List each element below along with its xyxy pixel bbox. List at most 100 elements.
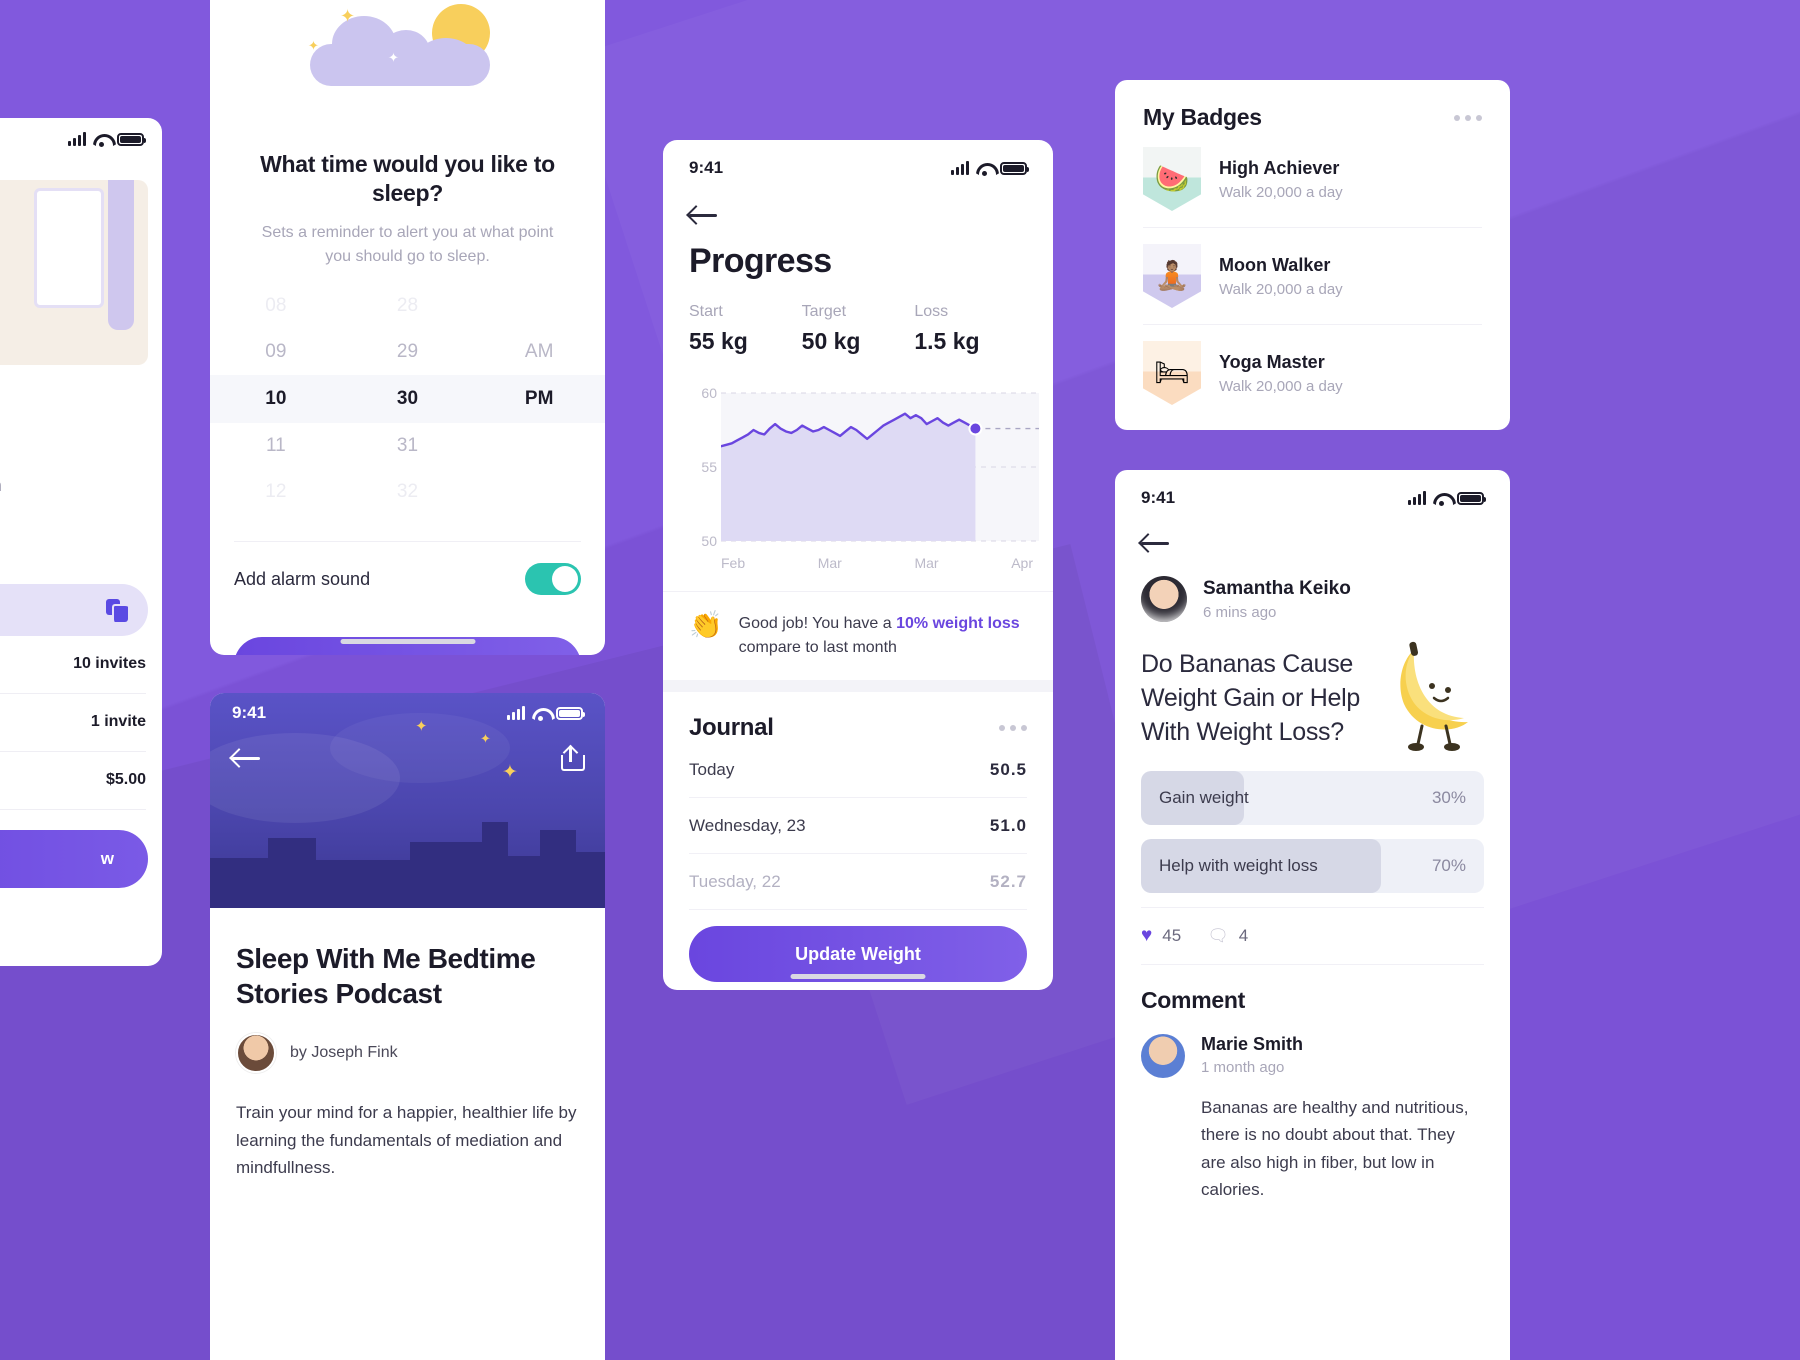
- chart-y-tick: 60: [701, 385, 717, 401]
- status-time: 9:41: [1141, 488, 1176, 507]
- progress-status-bar: 9:41: [663, 140, 1053, 178]
- list-item[interactable]: 🛏 Yoga Master Walk 20,000 a day: [1143, 325, 1482, 421]
- author-timestamp: 6 mins ago: [1203, 603, 1277, 621]
- picker-period: AM: [524, 340, 554, 362]
- picker-hour: 08: [265, 294, 287, 316]
- badge-title: High Achiever: [1219, 157, 1340, 178]
- stat-value: 55 kg: [689, 328, 748, 354]
- home-indicator: [790, 974, 926, 979]
- picker-minute: 32: [396, 480, 419, 502]
- badges-title: My Badges: [1143, 104, 1262, 130]
- back-arrow-icon[interactable]: [232, 747, 262, 769]
- podcast-description: Train your mind for a happier, healthier…: [236, 1103, 577, 1177]
- meditation-emoji: 🧘🏽: [1143, 244, 1201, 308]
- comment-timestamp: 1 month ago: [1201, 1059, 1285, 1077]
- invite-code-box[interactable]: [0, 583, 148, 636]
- poll-option-gain-weight[interactable]: Gain weight 30%: [1141, 771, 1484, 826]
- chart-y-tick: 55: [701, 459, 717, 475]
- comment-author-row: Marie Smith 1 month ago: [1141, 1034, 1484, 1079]
- poll: Gain weight 30% Help with weight loss 70…: [1141, 771, 1484, 894]
- comment-author-text: Marie Smith 1 month ago: [1201, 1034, 1303, 1078]
- battery-icon: [1000, 162, 1029, 175]
- heart-icon: ♥: [1141, 925, 1153, 947]
- copy-icon[interactable]: [106, 598, 128, 622]
- message-suffix: compare to last month: [738, 639, 897, 656]
- chart-y-axis: 60 55 50: [683, 379, 717, 549]
- progress-stats: Start 55 kg Target 50 kg Loss 1.5 kg: [689, 303, 1027, 355]
- invite-primary-button[interactable]: w: [0, 830, 148, 888]
- invite-button-label: w: [100, 849, 114, 868]
- table-row[interactable]: Tuesday, 22 52.7: [689, 854, 1027, 910]
- more-options-icon[interactable]: [999, 725, 1027, 731]
- banana-character-illustration: [1400, 641, 1468, 751]
- podcast-status-bar: 9:41: [210, 703, 605, 723]
- stat-label: Target: [801, 303, 847, 320]
- list-item[interactable]: 🧘🏽 Moon Walker Walk 20,000 a day: [1143, 228, 1482, 325]
- time-picker-row[interactable]: 12 32: [210, 469, 605, 515]
- section-divider: [663, 680, 1053, 692]
- back-arrow-icon[interactable]: [1141, 532, 1171, 554]
- battery-icon: [1457, 492, 1486, 505]
- invite-title: ds and get $5: [0, 391, 146, 459]
- list-item: 10 invites: [0, 636, 146, 694]
- picker-minute: 29: [396, 340, 419, 362]
- progress-card: 9:41 Progress Start 55 kg Target 50 kg L…: [663, 140, 1053, 990]
- time-picker-row-selected[interactable]: 10 30 PM: [210, 374, 605, 423]
- invite-count-value: 1 invite: [90, 713, 146, 731]
- comment-bubble-icon: 🗨: [1207, 926, 1229, 946]
- comment-button[interactable]: 🗨 4: [1207, 926, 1248, 946]
- poll-option-weight-loss[interactable]: Help with weight loss 70%: [1141, 839, 1484, 894]
- avatar: [1141, 1034, 1185, 1079]
- journal-date: Tuesday, 22: [689, 871, 781, 891]
- comment-author-name: Marie Smith: [1201, 1034, 1304, 1055]
- wifi-icon: [93, 133, 110, 147]
- table-row[interactable]: Wednesday, 23 51.0: [689, 798, 1027, 854]
- list-item[interactable]: 🍉 High Achiever Walk 20,000 a day: [1143, 131, 1482, 228]
- time-picker-row[interactable]: 08 28: [210, 283, 605, 329]
- back-arrow-icon[interactable]: [689, 204, 719, 226]
- cloud-shape: [310, 44, 490, 86]
- picker-hour: 09: [265, 340, 287, 362]
- invite-amount-value: $5.00: [105, 771, 146, 789]
- author-name: Samantha Keiko: [1203, 577, 1351, 599]
- stat-label: Loss: [914, 303, 949, 320]
- journal-weight: 51.0: [989, 815, 1027, 835]
- chart-x-tick: Feb: [721, 555, 746, 571]
- status-time: 9:41: [232, 703, 267, 722]
- picker-hour: 12: [265, 480, 287, 502]
- sparkle-icon: ✦: [388, 50, 399, 65]
- watermelon-emoji: 🍉: [1143, 147, 1201, 211]
- invite-status-bar: [0, 118, 162, 147]
- article-title: Do Bananas Cause Weight Gain or Help Wit…: [1141, 650, 1360, 746]
- article-author-text: Samantha Keiko 6 mins ago: [1203, 578, 1351, 621]
- message-prefix: Good job! You have a: [738, 615, 897, 632]
- picker-period-selected: PM: [524, 387, 554, 409]
- journal-date: Wednesday, 23: [689, 815, 806, 835]
- invite-desc-line-3: both $5: [0, 524, 146, 550]
- alarm-sound-toggle[interactable]: [525, 563, 581, 596]
- invite-card: ds and get $5 ns up through open account…: [0, 118, 162, 966]
- like-count: 45: [1162, 926, 1182, 946]
- page-title: Progress: [689, 242, 832, 280]
- journal-weight: 52.7: [989, 871, 1027, 891]
- invite-desc-line-2: open account: [0, 499, 146, 525]
- alarm-sound-label: Add alarm sound: [234, 568, 371, 589]
- article-card: 9:41 Samantha Keiko 6 mins ago Do Banana…: [1115, 470, 1510, 1360]
- time-picker[interactable]: 08 28 09 29 AM 10 30 PM 11 31 12 32: [210, 283, 605, 515]
- stat-label: Start: [689, 303, 723, 320]
- badges-header: My Badges: [1115, 80, 1510, 131]
- comment-count: 4: [1238, 926, 1249, 946]
- time-picker-row[interactable]: 09 29 AM: [210, 329, 605, 375]
- chart-y-tick: 50: [701, 533, 717, 549]
- weight-chart: 60 55 50 Feb Mar Mar Apr: [663, 379, 1053, 579]
- like-button[interactable]: ♥ 45: [1141, 925, 1181, 947]
- battery-icon: [556, 707, 585, 720]
- clapping-hands-emoji: 👏: [689, 610, 723, 640]
- progress-message-text: Good job! You have a 10% weight loss com…: [739, 612, 1027, 660]
- more-options-icon[interactable]: [1454, 114, 1482, 121]
- table-row[interactable]: Today 50.5: [689, 742, 1027, 798]
- share-icon[interactable]: [559, 744, 585, 771]
- invite-count-value: 10 invites: [73, 655, 146, 673]
- poll-option-percent: 30%: [1431, 788, 1466, 808]
- time-picker-row[interactable]: 11 31: [210, 423, 605, 469]
